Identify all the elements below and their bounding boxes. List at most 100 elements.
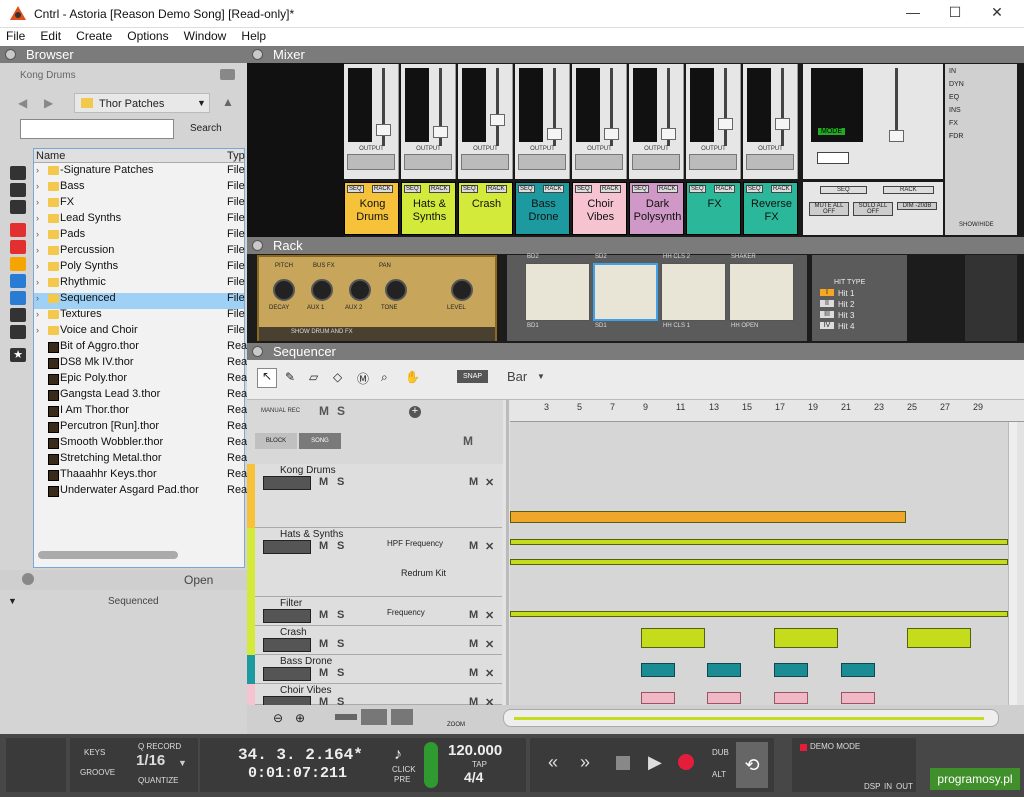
search-input[interactable] (20, 119, 174, 139)
utilities-icon[interactable] (10, 200, 26, 214)
channel-fader[interactable] (661, 128, 676, 140)
eraser-tool-icon[interactable]: ▱ (309, 370, 318, 384)
reason-icon[interactable] (10, 257, 26, 271)
clip[interactable] (510, 559, 1008, 565)
output-select[interactable] (746, 154, 794, 170)
q-record-label[interactable]: Q RECORD (138, 742, 181, 751)
computer-icon[interactable] (10, 274, 26, 288)
expand-arrow-icon[interactable]: › (36, 293, 39, 303)
master-rack-button[interactable]: RACK (883, 186, 934, 194)
dim-button[interactable]: DIM -20dB (897, 202, 937, 210)
master-seq-button[interactable]: SEQ (820, 186, 867, 194)
list-item[interactable]: Smooth Wobbler.thor (60, 436, 163, 448)
master-fader[interactable] (889, 130, 904, 142)
menu-file[interactable]: File (0, 28, 31, 44)
list-item[interactable]: Epic Poly.thor (60, 372, 127, 384)
channel-fader[interactable] (547, 128, 562, 140)
clip[interactable] (774, 628, 838, 648)
device-thumbnail[interactable] (263, 667, 311, 681)
rack-button[interactable]: RACK (771, 185, 792, 193)
delete-lane-icon[interactable]: ✕ (485, 540, 494, 553)
device-thumbnail[interactable] (263, 638, 311, 652)
list-item[interactable]: Stretching Metal.thor (60, 452, 162, 464)
hit-roman[interactable]: III (820, 311, 834, 318)
folder-icon[interactable] (220, 69, 235, 80)
magnify-tool-icon[interactable]: ⌕ (381, 370, 388, 385)
razor-tool-icon[interactable]: ◇ (333, 370, 342, 384)
list-item[interactable]: Bit of Aggro.thor (60, 340, 139, 352)
clip[interactable] (510, 539, 1008, 545)
list-item[interactable]: Underwater Asgard Pad.thor (60, 484, 199, 496)
effects-icon[interactable] (10, 183, 26, 197)
multi-mute-button[interactable]: M (463, 434, 473, 448)
fx-item[interactable]: IN (949, 68, 956, 75)
list-item[interactable]: Poly Synths (60, 260, 118, 272)
rack-extension-icon[interactable] (10, 223, 26, 237)
mute-button[interactable]: M (319, 476, 328, 488)
clip[interactable] (774, 663, 808, 677)
solo-button[interactable]: S (337, 638, 344, 650)
expand-arrow-icon[interactable]: › (36, 261, 39, 271)
block-button[interactable]: BLOCK (255, 433, 297, 449)
delete-lane-icon[interactable]: ✕ (485, 667, 494, 680)
minimize-button[interactable]: — (898, 4, 928, 24)
tempo-value[interactable]: 120.000 (448, 742, 502, 759)
snap-value-dropdown[interactable]: Bar (507, 369, 527, 384)
output-select[interactable] (404, 154, 452, 170)
tap-button[interactable]: TAP (472, 760, 487, 769)
track-row[interactable]: Bass Drone M S M ✕ (247, 655, 502, 684)
mute-button[interactable]: M (319, 667, 328, 679)
list-item[interactable]: Percutron [Run].thor (60, 420, 159, 432)
rack-button[interactable]: RACK (714, 185, 735, 193)
menu-window[interactable]: Window (178, 28, 233, 44)
track-row[interactable]: Choir Vibes M S M ✕ (247, 684, 502, 710)
folder-dropdown[interactable]: Thor Patches ▼ (74, 93, 210, 113)
overview-scrollbar[interactable] (503, 709, 999, 727)
menu-options[interactable]: Options (121, 28, 174, 44)
menu-create[interactable]: Create (70, 28, 118, 44)
rack-button[interactable]: RACK (429, 185, 450, 193)
channel-strip[interactable]: SEQ RACK Choir Vibes (572, 182, 627, 235)
solo-button[interactable]: S (337, 540, 344, 552)
manual-rec-label[interactable]: MANUAL REC (261, 408, 300, 414)
seq-button[interactable]: SEQ (632, 185, 649, 193)
play-icon[interactable]: ▶ (648, 752, 662, 773)
recent-icon[interactable] (10, 325, 26, 339)
list-item[interactable]: Lead Synths (60, 212, 121, 224)
hit-roman[interactable]: IV (820, 322, 834, 329)
master-solo-button[interactable]: S (337, 404, 345, 418)
time-signature[interactable]: 4/4 (464, 769, 483, 785)
dub-button[interactable]: DUB (712, 748, 729, 757)
fx-item[interactable]: FDR (949, 133, 963, 140)
expand-arrow-icon[interactable]: › (36, 165, 39, 175)
drum-pad[interactable] (661, 263, 726, 321)
channel-strip[interactable]: SEQ RACK Dark Polysynth (629, 182, 684, 235)
players-icon[interactable] (10, 240, 26, 254)
clip[interactable] (841, 692, 875, 704)
seq-button[interactable]: SEQ (404, 185, 421, 193)
solo-button[interactable]: S (337, 476, 344, 488)
instruments-icon[interactable] (10, 166, 26, 180)
horizontal-scrollbar[interactable] (38, 551, 178, 559)
click-level-slider[interactable] (424, 742, 438, 788)
drum-pad[interactable] (593, 263, 658, 321)
seq-button[interactable]: SEQ (575, 185, 592, 193)
fx-item[interactable]: FX (949, 120, 958, 127)
channel-fader[interactable] (775, 118, 790, 130)
close-button[interactable]: ✕ (982, 4, 1012, 24)
collapse-icon[interactable] (252, 346, 263, 357)
clip[interactable] (707, 663, 741, 677)
output-select[interactable] (575, 154, 623, 170)
ruler[interactable]: 3 5 7 9 11 13 15 17 19 21 23 25 27 29 (510, 400, 1024, 422)
seq-button[interactable]: SEQ (746, 185, 763, 193)
output-select[interactable] (689, 154, 737, 170)
list-item[interactable]: Voice and Choir (60, 324, 138, 336)
keys-label[interactable]: KEYS (84, 748, 105, 757)
master-mute-button[interactable]: M (319, 404, 329, 418)
channel-fader[interactable] (718, 118, 733, 130)
lane-mute-button[interactable]: M (469, 609, 478, 621)
channel-strip[interactable]: SEQ RACK Kong Drums (344, 182, 399, 235)
stop-icon[interactable] (616, 756, 630, 770)
device-thumbnail[interactable] (263, 476, 311, 490)
select-tool-icon[interactable]: ↖ (257, 368, 277, 388)
